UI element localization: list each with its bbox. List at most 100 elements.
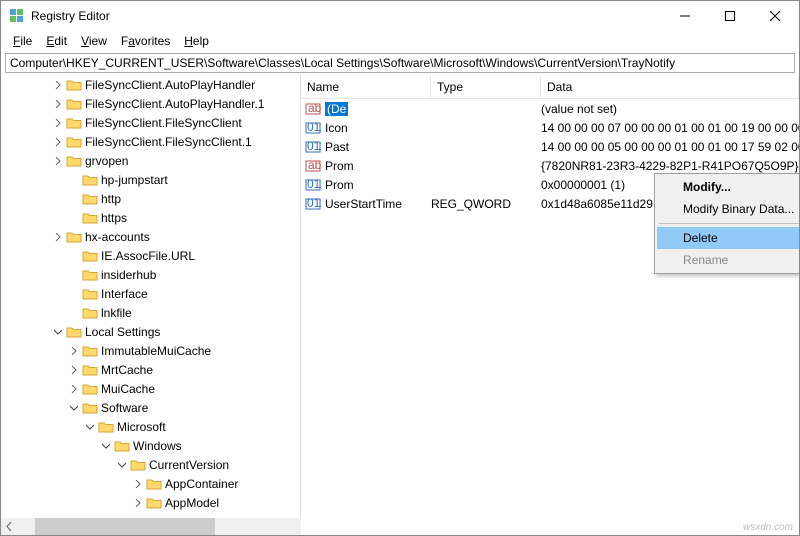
maximize-button[interactable] [707,2,752,30]
value-row[interactable]: Icon14 00 00 00 07 00 00 00 01 00 01 00 … [301,118,799,137]
tree-label: AppModel [165,496,219,510]
expander-icon[interactable] [67,382,81,396]
tree-item-lnkfile[interactable]: lnkfile [1,303,300,322]
tree-item-software[interactable]: Software [1,398,300,417]
tree-item-syncmgr[interactable]: SyncMgr [1,512,300,517]
scrollbar-thumb[interactable] [35,518,215,535]
menu-file[interactable]: File [7,32,38,50]
tree-item-mrtcache[interactable]: MrtCache [1,360,300,379]
binary-value-icon [305,177,321,193]
tree-item-filesyncclient-autoplayhandler-1[interactable]: FileSyncClient.AutoPlayHandler.1 [1,94,300,113]
menu-favorites[interactable]: Favorites [115,32,176,50]
col-name[interactable]: Name [301,76,431,98]
main-panel: FileSyncClient.AutoPlayHandler FileSyncCl… [1,75,799,517]
ctx-modify-binary[interactable]: Modify Binary Data... [657,198,799,220]
expander-icon[interactable] [115,458,129,472]
expander-icon[interactable] [51,116,65,130]
expander-icon [67,173,81,187]
expander-icon[interactable] [67,401,81,415]
value-row[interactable]: Past14 00 00 00 05 00 00 00 01 00 01 00 … [301,137,799,156]
binary-value-icon [305,120,321,136]
expander-icon[interactable] [131,477,145,491]
menu-edit[interactable]: Edit [40,32,73,50]
expander-icon[interactable] [51,97,65,111]
value-name: Prom [325,159,354,173]
tree-label: IE.AssocFile.URL [101,249,195,263]
tree-label: hx-accounts [85,230,150,244]
col-type[interactable]: Type [431,76,541,98]
tree-label: SyncMgr [181,515,228,518]
folder-icon [98,420,114,434]
tree-item-currentversion[interactable]: CurrentVersion [1,455,300,474]
list-view[interactable]: Name Type Data (De(value not set)Icon14 … [301,75,799,517]
col-data[interactable]: Data [541,76,799,98]
tree-item-microsoft[interactable]: Microsoft [1,417,300,436]
tree-item-appcontainer[interactable]: AppContainer [1,474,300,493]
expander-icon[interactable] [51,325,65,339]
expander-icon[interactable] [67,344,81,358]
tree-item-insiderhub[interactable]: insiderhub [1,265,300,284]
tree-item-grvopen[interactable]: grvopen [1,151,300,170]
value-name: Past [325,140,349,154]
address-path: Computer\HKEY_CURRENT_USER\Software\Clas… [10,56,675,70]
value-row[interactable]: (De(value not set) [301,99,799,118]
tree-label: Interface [101,287,148,301]
tree-item-windows[interactable]: Windows [1,436,300,455]
folder-icon [66,154,82,168]
context-menu: Modify... Modify Binary Data... Delete R… [654,173,799,274]
expander-icon[interactable] [51,230,65,244]
scroll-left-icon[interactable] [1,518,18,535]
tree-label: AppContainer [165,477,238,491]
folder-icon [82,249,98,263]
tree-item-hx-accounts[interactable]: hx-accounts [1,227,300,246]
horizontal-scrollbar[interactable] [1,518,301,535]
tree-label: FileSyncClient.FileSyncClient [85,116,242,130]
address-bar[interactable]: Computer\HKEY_CURRENT_USER\Software\Clas… [5,53,795,73]
folder-icon [146,496,162,510]
folder-icon [146,477,162,491]
tree-item-immutablemuicache[interactable]: ImmutableMuiCache [1,341,300,360]
expander-icon[interactable] [51,78,65,92]
expander-icon[interactable] [51,135,65,149]
tree-label: Microsoft [117,420,166,434]
expander-icon[interactable] [99,439,113,453]
value-type: REG_QWORD [431,197,541,211]
menu-view[interactable]: View [75,32,113,50]
tree-item-appmodel[interactable]: AppModel [1,493,300,512]
menu-help[interactable]: Help [178,32,215,50]
ctx-modify[interactable]: Modify... [657,176,799,198]
tree-item-local-settings[interactable]: Local Settings [1,322,300,341]
tree-label: http [101,192,121,206]
ctx-delete[interactable]: Delete [657,227,799,249]
value-name: Prom [325,178,354,192]
tree-item-hp-jumpstart[interactable]: hp-jumpstart [1,170,300,189]
binary-value-icon [305,139,321,155]
tree-item-filesyncclient-autoplayhandler[interactable]: FileSyncClient.AutoPlayHandler [1,75,300,94]
list-header: Name Type Data [301,75,799,99]
folder-icon [82,173,98,187]
folder-icon [82,344,98,358]
expander-icon[interactable] [83,420,97,434]
window-title: Registry Editor [31,9,662,23]
minimize-button[interactable] [662,2,707,30]
folder-icon [130,458,146,472]
expander-icon[interactable] [51,154,65,168]
tree-item-filesyncclient-filesyncclient-1[interactable]: FileSyncClient.FileSyncClient.1 [1,132,300,151]
tree-item-interface[interactable]: Interface [1,284,300,303]
folder-icon [66,97,82,111]
close-button[interactable] [752,2,797,30]
tree-item-muicache[interactable]: MuiCache [1,379,300,398]
value-data: 14 00 00 00 07 00 00 00 01 00 01 00 19 0… [541,121,799,135]
tree-view[interactable]: FileSyncClient.AutoPlayHandler FileSyncCl… [1,75,301,517]
expander-icon[interactable] [131,496,145,510]
folder-icon [66,135,82,149]
menu-bar: File Edit View Favorites Help [1,31,799,51]
tree-item-filesyncclient-filesyncclient[interactable]: FileSyncClient.FileSyncClient [1,113,300,132]
value-data: (value not set) [541,102,799,116]
tree-label: FileSyncClient.AutoPlayHandler [85,78,255,92]
tree-item-http[interactable]: http [1,189,300,208]
tree-item-https[interactable]: https [1,208,300,227]
tree-item-ie-assocfile-url[interactable]: IE.AssocFile.URL [1,246,300,265]
watermark: wsxdn.com [743,522,793,533]
expander-icon[interactable] [67,363,81,377]
